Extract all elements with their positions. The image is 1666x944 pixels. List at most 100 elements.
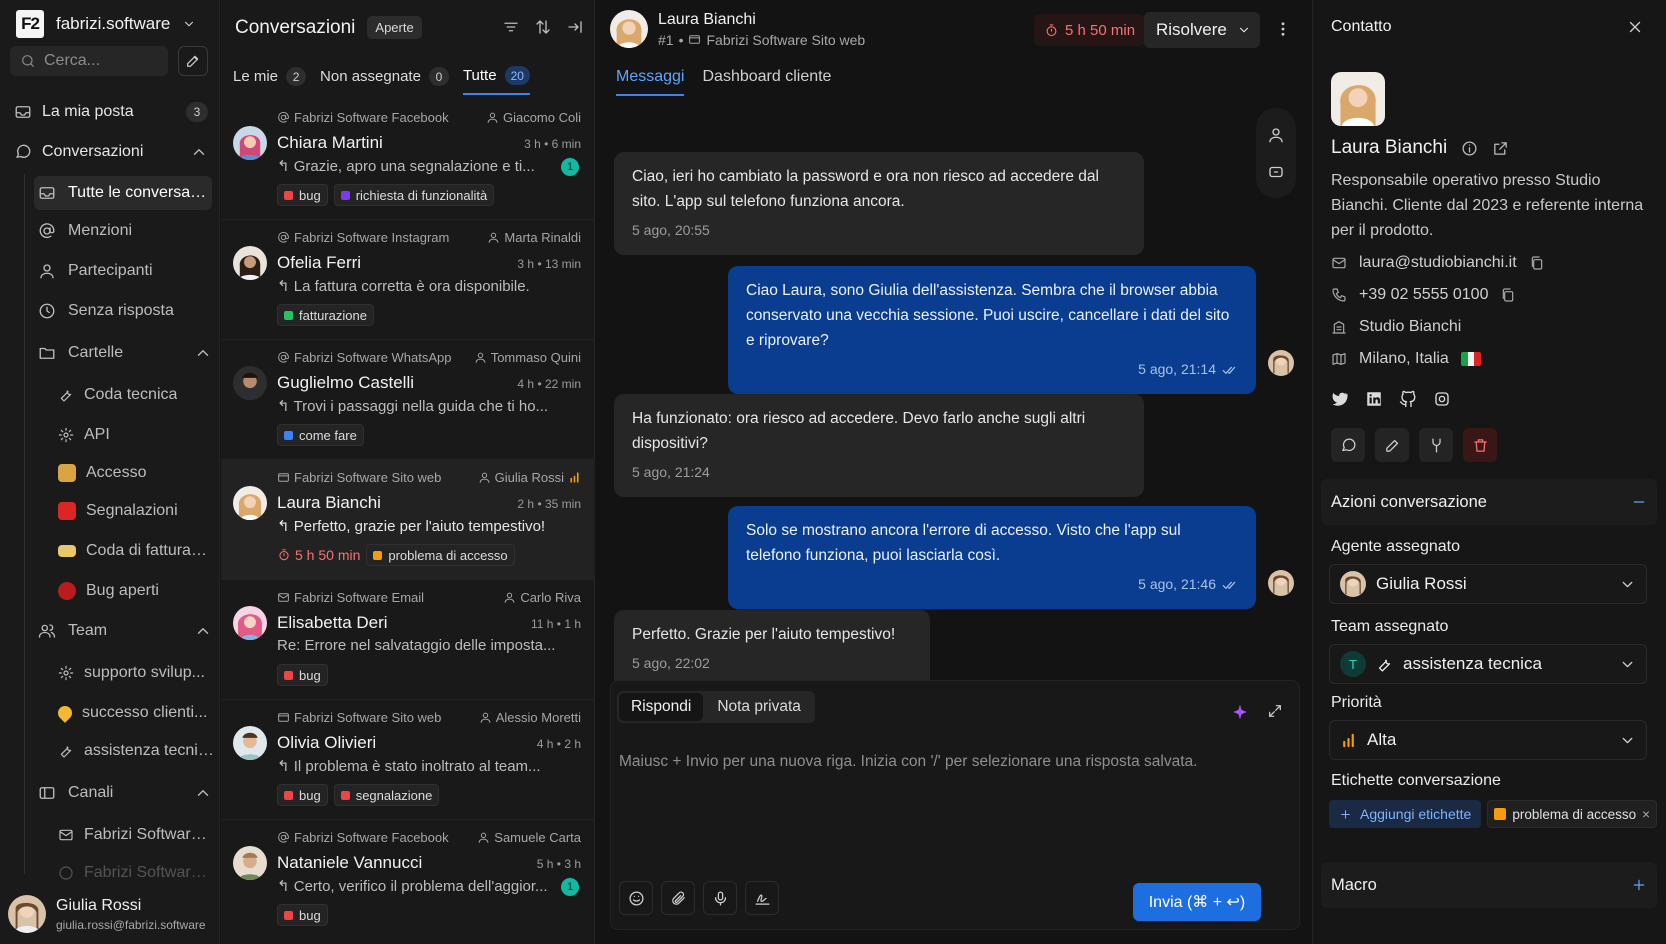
instagram-icon[interactable]: [1433, 390, 1451, 408]
edit-contact-button[interactable]: [1375, 428, 1409, 462]
label-text: come fare: [299, 427, 357, 443]
contact-email[interactable]: laura@studiobianchi.it: [1359, 254, 1517, 272]
search-input[interactable]: Cerca...: [10, 46, 168, 76]
at-sign-icon: [277, 231, 290, 244]
mail-icon: [58, 827, 74, 843]
conversation-item[interactable]: Fabrizi Software Instagram Marta Rinaldi …: [221, 220, 595, 340]
label-text: problema di accesso: [1512, 806, 1637, 822]
channel-item[interactable]: Fabrizi Software Fa...: [58, 860, 214, 886]
tab-mine[interactable]: Le mie 2: [233, 67, 307, 94]
priority-high-icon: [1340, 732, 1357, 749]
conversation-item[interactable]: Fabrizi Software Email Carlo Riva Elisabe…: [221, 580, 595, 700]
nav-conversations[interactable]: Conversazioni: [14, 136, 208, 168]
signature-button[interactable]: [745, 881, 779, 915]
resolve-button[interactable]: Risolvere: [1144, 12, 1260, 48]
copy-icon[interactable]: [1500, 287, 1516, 303]
nav-channels[interactable]: Canali: [34, 776, 212, 810]
folder-item[interactable]: API: [58, 418, 214, 452]
conversation-item[interactable]: Fabrizi Software Facebook Giacomo Coli Ch…: [221, 100, 595, 220]
voice-button[interactable]: [703, 881, 737, 915]
github-icon[interactable]: [1399, 390, 1417, 408]
delete-contact-button[interactable]: [1463, 428, 1497, 462]
label-tag: segnalazione: [333, 784, 440, 806]
nav-inbox[interactable]: La mia posta 3: [14, 96, 208, 128]
conversation-item-active[interactable]: Fabrizi Software Sito web Giulia Rossi La…: [221, 460, 595, 580]
nav-all-conversations[interactable]: Tutte le conversazioni: [34, 176, 212, 210]
priority-select[interactable]: Alta: [1329, 720, 1647, 760]
conversation-item[interactable]: Fabrizi Software Facebook Samuele Carta N…: [221, 820, 595, 940]
conversation-inbox: Fabrizi Software Facebook: [277, 110, 449, 125]
nav-unanswered[interactable]: Senza risposta: [34, 294, 212, 328]
nav-team[interactable]: Team: [34, 614, 212, 648]
panel-icon[interactable]: [1267, 163, 1285, 181]
user-icon[interactable]: [1267, 126, 1285, 144]
conversation-item[interactable]: Fabrizi Software WhatsApp Tommaso Quini G…: [221, 340, 595, 460]
current-user[interactable]: Giulia Rossi giulia.rossi@fabrizi.softwa…: [8, 890, 213, 938]
folder-item[interactable]: Segnalazioni: [58, 494, 214, 528]
close-icon[interactable]: [1626, 18, 1644, 36]
info-icon[interactable]: [1461, 140, 1478, 157]
conversation-actions-section[interactable]: Azioni conversazione: [1321, 479, 1657, 525]
add-label-button[interactable]: Aggiungi etichette: [1329, 800, 1482, 828]
more-vertical-icon[interactable]: [1274, 20, 1292, 38]
tab-messages[interactable]: Messaggi: [616, 68, 685, 96]
new-message-button[interactable]: [1331, 428, 1365, 462]
attach-button[interactable]: [661, 881, 695, 915]
heart-icon: [55, 703, 75, 723]
collapse-icon[interactable]: [566, 18, 584, 36]
workspace-switcher[interactable]: F2 fabrizi.software: [16, 10, 196, 38]
team-item[interactable]: assistenza tecnica...: [58, 734, 214, 768]
chevron-down-icon: [1237, 23, 1251, 37]
expand-icon[interactable]: [1267, 703, 1283, 719]
team-item[interactable]: successo clienti...: [55, 696, 214, 730]
folder-item[interactable]: Coda tecnica: [58, 378, 214, 412]
priority-value: Alta: [1367, 730, 1397, 749]
macro-section[interactable]: Macro: [1321, 862, 1657, 908]
conversation-inbox: Fabrizi Software Email: [277, 590, 424, 605]
label-text: problema di accesso: [388, 547, 508, 563]
folder-item-label: API: [84, 426, 110, 443]
assigned-team-select[interactable]: T assistenza tecnica: [1329, 644, 1647, 684]
compose-button[interactable]: [178, 46, 208, 76]
folder-item[interactable]: Bug aperti: [58, 574, 214, 608]
sparkle-icon[interactable]: [1231, 703, 1249, 721]
merge-contact-button[interactable]: [1419, 428, 1453, 462]
reply-input[interactable]: Maiusc + Invio per una nuova riga. Inizi…: [619, 753, 1197, 771]
team-item[interactable]: supporto svilup...: [58, 656, 214, 690]
folder-item[interactable]: Coda di fatturazione: [58, 534, 214, 568]
assigned-agent-select[interactable]: Giulia Rossi: [1329, 564, 1647, 604]
priority-label: Priorità: [1331, 694, 1382, 711]
external-link-icon[interactable]: [1492, 140, 1509, 157]
copy-icon[interactable]: [1529, 255, 1545, 271]
avatar: [233, 246, 267, 280]
nav-folders[interactable]: Cartelle: [34, 336, 212, 370]
status-filter[interactable]: Aperte: [367, 16, 422, 39]
alert-icon: [58, 502, 76, 520]
inbox-name: Fabrizi Software WhatsApp: [294, 350, 452, 365]
unread-badge: 1: [561, 878, 579, 896]
double-check-icon: [1222, 362, 1238, 378]
wrench-icon: [58, 387, 74, 403]
twitter-icon[interactable]: [1331, 390, 1349, 408]
tab-unassigned[interactable]: Non assegnate 0: [320, 67, 449, 94]
tab-private-note[interactable]: Nota privata: [705, 693, 813, 721]
nav-participants[interactable]: Partecipanti: [34, 254, 212, 288]
folder-item[interactable]: Accesso: [58, 456, 214, 490]
sort-icon[interactable]: [534, 18, 552, 36]
tab-reply[interactable]: Rispondi: [619, 693, 704, 721]
tab-customer-dashboard[interactable]: Dashboard cliente: [702, 68, 831, 96]
nav-unanswered-label: Senza risposta: [68, 302, 174, 319]
send-button[interactable]: Invia (⌘ + ↩): [1133, 883, 1261, 921]
nav-mentions[interactable]: Menzioni: [34, 214, 212, 248]
remove-label-icon[interactable]: ×: [1642, 807, 1650, 822]
message-incoming: Perfetto. Grazie per l'aiuto tempestivo!…: [614, 610, 930, 688]
contact-phone[interactable]: +39 02 5555 0100: [1359, 286, 1488, 304]
filter-icon[interactable]: [502, 18, 520, 36]
conversation-item[interactable]: Fabrizi Software Sito web Alessio Moretti…: [221, 700, 595, 820]
linkedin-icon[interactable]: [1365, 390, 1383, 408]
emoji-button[interactable]: [619, 881, 653, 915]
avatar: [233, 366, 267, 400]
tab-all[interactable]: Tutte 20: [462, 66, 530, 95]
channel-item[interactable]: Fabrizi Software E...: [58, 818, 214, 852]
tab-count: 2: [286, 67, 307, 86]
